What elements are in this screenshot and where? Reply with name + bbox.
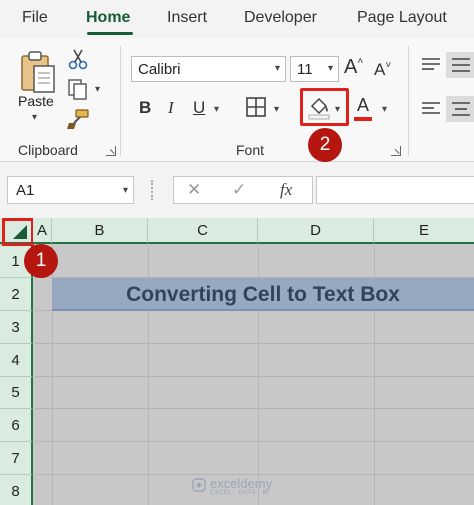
worksheet-grid[interactable]: A B C D E 1 2 3 4 5 6 7 8 Converting Cel… (0, 218, 474, 505)
step-1-badge: 1 (24, 244, 58, 278)
ribbon: Paste ▾ ▾ Clipboard Calibri ▾ 11 ▾ A˄ A˅… (0, 38, 474, 162)
row-header-6[interactable]: 6 (0, 409, 33, 442)
column-header-d[interactable]: D (258, 218, 374, 244)
row-header-3[interactable]: 3 (0, 311, 33, 344)
row-header-4[interactable]: 4 (0, 344, 33, 377)
insert-function-icon[interactable]: fx (280, 180, 292, 200)
align-center-icon (452, 102, 470, 116)
watermark-tagline: EXCEL · DATA · BI (210, 490, 270, 496)
row-header-7[interactable]: 7 (0, 442, 33, 475)
chevron-down-icon: ▾ (274, 63, 280, 74)
chevron-down-icon: ▾ (122, 185, 128, 196)
italic-button[interactable]: I (168, 98, 174, 118)
align-middle-button[interactable] (446, 52, 474, 78)
name-box[interactable]: A1 ▾ (7, 176, 134, 204)
font-launcher-icon[interactable] (391, 146, 401, 156)
caret-up-icon: ˄ (357, 56, 364, 67)
bold-button[interactable]: B (139, 98, 151, 118)
title-cell-b2[interactable]: Converting Cell to Text Box (52, 278, 474, 311)
tab-file[interactable]: File (22, 9, 48, 27)
row-header-2[interactable]: 2 (0, 278, 33, 311)
copy-dropdown-icon[interactable]: ▾ (95, 84, 100, 95)
formula-bar: A1 ▾ ✕ ✓ fx (0, 162, 474, 218)
format-painter-icon[interactable] (66, 108, 90, 130)
copy-icon[interactable] (66, 78, 90, 100)
cancel-icon[interactable]: ✕ (187, 180, 201, 200)
cut-icon[interactable] (66, 48, 90, 70)
font-size-value: 11 (297, 61, 313, 78)
increase-font-glyph: A (344, 56, 358, 78)
underline-button[interactable]: U (193, 98, 205, 118)
exceldemy-logo-icon (192, 478, 206, 492)
chevron-down-icon[interactable]: ▾ (32, 112, 37, 123)
font-group-label: Font (236, 142, 265, 158)
gridline (35, 474, 474, 475)
tab-page-layout[interactable]: Page Layout (357, 9, 447, 27)
tab-developer[interactable]: Developer (244, 9, 317, 27)
paste-icon (21, 51, 55, 93)
font-color-dropdown-icon[interactable]: ▾ (382, 104, 387, 115)
font-size-select[interactable]: 11 ▾ (290, 56, 339, 82)
align-center-button[interactable] (446, 96, 474, 122)
align-left-icon[interactable] (420, 100, 442, 118)
borders-icon[interactable] (245, 96, 267, 118)
name-box-value: A1 (16, 182, 35, 199)
step-2-badge: 2 (308, 128, 342, 162)
column-header-b[interactable]: B (52, 218, 148, 244)
chevron-down-icon: ▾ (327, 63, 333, 74)
font-color-swatch (354, 117, 372, 121)
watermark-name: exceldemy (210, 476, 273, 491)
font-color-glyph: A (357, 95, 370, 115)
decrease-font-glyph: A (374, 60, 386, 79)
increase-font-size-button[interactable]: A˄ (344, 56, 363, 79)
clipboard-launcher-icon[interactable] (106, 146, 116, 156)
tab-home[interactable]: Home (86, 9, 130, 27)
gridline (35, 441, 474, 442)
exceldemy-watermark: exceldemy EXCEL · DATA · BI (192, 476, 284, 498)
formula-bar-splitter[interactable] (151, 180, 154, 200)
group-separator (408, 46, 409, 156)
paste-label: Paste (18, 93, 54, 109)
gridline (35, 343, 474, 344)
ribbon-tabs: File Home Insert Developer Page Layout (0, 0, 474, 38)
row-header-5[interactable]: 5 (0, 377, 33, 409)
gridline (35, 408, 474, 409)
align-top-icon[interactable] (420, 56, 442, 74)
group-separator (120, 46, 121, 156)
font-name-value: Calibri (138, 61, 181, 78)
gridline (35, 376, 474, 377)
caret-down-icon: ˅ (385, 60, 392, 71)
clipboard-group-label: Clipboard (18, 142, 78, 158)
font-name-select[interactable]: Calibri ▾ (131, 56, 286, 82)
borders-dropdown-icon[interactable]: ▾ (274, 104, 279, 115)
select-all-highlight (2, 218, 34, 246)
column-header-c[interactable]: C (148, 218, 258, 244)
row-header-8[interactable]: 8 (0, 475, 33, 505)
column-header-a[interactable]: A (33, 218, 52, 244)
decrease-font-size-button[interactable]: A˅ (374, 60, 391, 80)
fill-color-highlight (300, 88, 349, 126)
tab-insert[interactable]: Insert (167, 9, 207, 27)
formula-input[interactable] (316, 176, 474, 204)
underline-dropdown-icon[interactable]: ▾ (214, 104, 219, 115)
enter-icon[interactable]: ✓ (232, 180, 246, 200)
column-header-e[interactable]: E (374, 218, 474, 244)
tab-active-indicator (87, 32, 133, 35)
align-middle-icon (452, 58, 470, 72)
